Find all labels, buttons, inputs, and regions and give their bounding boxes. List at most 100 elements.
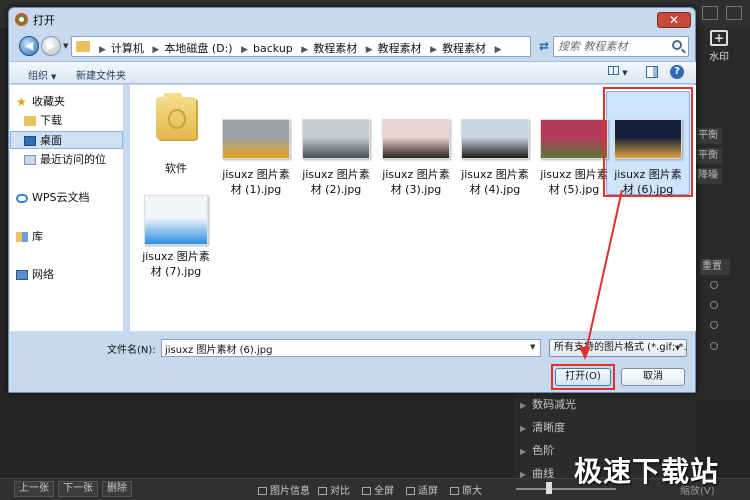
next-image-button[interactable]: 下一张 — [58, 481, 98, 497]
compare-icon — [318, 487, 327, 495]
prev-image-button[interactable]: 上一张 — [14, 481, 54, 497]
watermark-tool[interactable]: + 水印 — [704, 30, 734, 63]
file-item-image[interactable]: jisuxz 图片素材 (5).jpg — [536, 91, 612, 196]
chevron-down-icon: ▼ — [51, 73, 57, 81]
file-name: jisuxz 图片素材 (5).jpg — [540, 168, 608, 196]
breadcrumb-item[interactable]: backup — [253, 42, 293, 55]
nav-item-libraries[interactable]: 库 — [10, 228, 123, 246]
file-item-folder[interactable]: 软件 — [138, 91, 214, 191]
nav-item-label: WPS云文档 — [32, 191, 90, 204]
chevron-right-icon: ▶ — [494, 45, 502, 55]
highlight-frame — [603, 87, 693, 197]
breadcrumb-item[interactable]: 教程素材 — [378, 42, 422, 55]
panel-row-levels[interactable]: ▶ 色阶 — [520, 442, 554, 458]
address-bar[interactable]: ▶ 计算机 ▶ 本地磁盘 (D:) ▶ backup ▶ 教程素材 ▶ 教程素材 ▶ 教程素… — [71, 36, 580, 57]
change-view-button[interactable]: ▼ — [608, 66, 634, 80]
folder-icon — [76, 41, 90, 52]
file-name: jisuxz 图片素材 (4).jpg — [461, 168, 529, 196]
nav-item-favorites[interactable]: ★ 收藏夹 — [10, 93, 123, 111]
panel-row-clarity[interactable]: ▶ 清晰度 — [520, 419, 565, 435]
preview-pane-button[interactable] — [646, 66, 658, 78]
filename-label: 文件名(N): — [107, 345, 156, 356]
breadcrumb-item[interactable]: 计算机 — [111, 42, 144, 55]
file-item-image[interactable]: jisuxz 图片素材 (2).jpg — [298, 91, 374, 196]
image-thumbnail — [461, 119, 529, 159]
balance-button[interactable]: 平衡 — [696, 148, 722, 164]
image-thumbnail — [382, 119, 450, 159]
file-item-image[interactable]: jisuxz 图片素材 (1).jpg — [218, 91, 294, 196]
cloud-icon — [16, 194, 28, 203]
folder-icon — [156, 93, 196, 139]
close-button[interactable]: ✕ — [657, 12, 691, 28]
dialog-titlebar[interactable]: 打开 ✕ — [9, 8, 695, 30]
desktop-icon — [24, 136, 36, 146]
compare-button[interactable]: 对比 — [318, 482, 350, 497]
help-button[interactable]: ? — [670, 65, 684, 79]
image-thumbnail — [302, 119, 370, 159]
forward-button[interactable]: ▶ — [41, 36, 61, 56]
breadcrumb-item[interactable]: 本地磁盘 (D:) — [164, 42, 232, 55]
editor-right-panel — [696, 28, 750, 400]
recent-locations-dropdown-icon[interactable]: ▼ — [63, 42, 68, 50]
nav-item-wps-cloud[interactable]: WPS云文档 — [10, 189, 123, 207]
nav-item-label: 收藏夹 — [32, 95, 65, 108]
open-button[interactable]: 打开(O) — [555, 368, 611, 386]
organize-label: 组织 — [28, 71, 48, 82]
cancel-button[interactable]: 取消 — [621, 368, 685, 386]
image-info-button[interactable]: 图片信息 — [258, 482, 310, 497]
breadcrumb-item[interactable]: 教程素材 — [313, 42, 357, 55]
nav-item-desktop[interactable]: 桌面 — [10, 131, 123, 149]
reset-button[interactable]: 重置 — [700, 259, 730, 275]
compare-label: 对比 — [330, 486, 350, 497]
star-icon: ★ — [16, 95, 27, 109]
maximize-icon[interactable] — [726, 6, 742, 20]
breadcrumb-item[interactable]: 教程素材 — [442, 42, 486, 55]
denoise-button[interactable]: 降噪 — [696, 168, 722, 184]
nav-item-label: 桌面 — [40, 134, 62, 147]
navigation-pane: ★ 收藏夹 下载 桌面 最近访问的位 WPS云文档 库 网络 — [10, 85, 124, 331]
chevron-down-icon[interactable]: ▼ — [530, 343, 535, 351]
search-input[interactable] — [558, 39, 666, 54]
expand-arrow-icon: ▶ — [520, 401, 527, 410]
slider-handle[interactable] — [710, 281, 718, 289]
watermark-label: 水印 — [709, 52, 729, 63]
nav-item-network[interactable]: 网络 — [10, 266, 123, 284]
file-item-image[interactable]: jisuxz 图片素材 (7).jpg — [138, 191, 214, 281]
fit-screen-button[interactable]: 适屏 — [406, 482, 438, 497]
filename-input[interactable] — [165, 341, 525, 355]
new-folder-button[interactable]: 新建文件夹 — [76, 67, 126, 82]
zoom-slider-thumb[interactable] — [546, 482, 552, 494]
nav-item-downloads[interactable]: 下载 — [10, 112, 123, 130]
site-watermark-logo: 极速下载站 — [574, 455, 720, 488]
image-info-label: 图片信息 — [270, 486, 310, 497]
organize-button[interactable]: 组织 ▼ — [28, 67, 56, 82]
command-toolbar: 组织 ▼ 新建文件夹 ▼ ? — [10, 61, 696, 84]
chevron-down-icon[interactable]: ▼ — [675, 344, 680, 352]
filename-combobox[interactable]: ▼ — [161, 339, 541, 357]
delete-button[interactable]: 删除 — [102, 481, 132, 497]
file-type-filter-select[interactable]: 所有支持的图片格式 (*.gif; *.til — [549, 339, 687, 357]
file-item-image[interactable]: jisuxz 图片素材 (4).jpg — [457, 91, 533, 196]
watermark-icon: + — [710, 30, 728, 46]
original-size-button[interactable]: 原大 — [450, 482, 482, 497]
minimize-icon[interactable] — [702, 6, 718, 20]
slider-handle[interactable] — [710, 342, 718, 350]
file-item-image[interactable]: jisuxz 图片素材 (3).jpg — [378, 91, 454, 196]
chevron-right-icon: ▶ — [241, 45, 249, 55]
nav-item-recent-places[interactable]: 最近访问的位 — [10, 151, 123, 169]
balance-button[interactable]: 平衡 — [696, 128, 722, 144]
chevron-right-icon: ▶ — [99, 45, 106, 55]
fullscreen-button[interactable]: 全屏 — [362, 482, 394, 497]
search-icon[interactable] — [672, 40, 682, 50]
refresh-button[interactable]: ⇄ — [537, 38, 551, 54]
panel-row-digital-dimming[interactable]: ▶ 数码减光 — [520, 396, 576, 412]
original-size-icon — [450, 487, 459, 495]
breadcrumb: ▶ 计算机 ▶ 本地磁盘 (D:) ▶ backup ▶ 教程素材 ▶ 教程素材 ▶ 教程素… — [94, 40, 506, 56]
back-button[interactable]: ◀ — [19, 36, 39, 56]
slider-handle[interactable] — [710, 301, 718, 309]
expand-arrow-icon: ▶ — [520, 424, 527, 433]
slider-handle[interactable] — [710, 321, 718, 329]
file-name: 软件 — [165, 162, 187, 175]
search-box[interactable] — [553, 36, 689, 57]
file-name: jisuxz 图片素材 (7).jpg — [142, 250, 210, 278]
